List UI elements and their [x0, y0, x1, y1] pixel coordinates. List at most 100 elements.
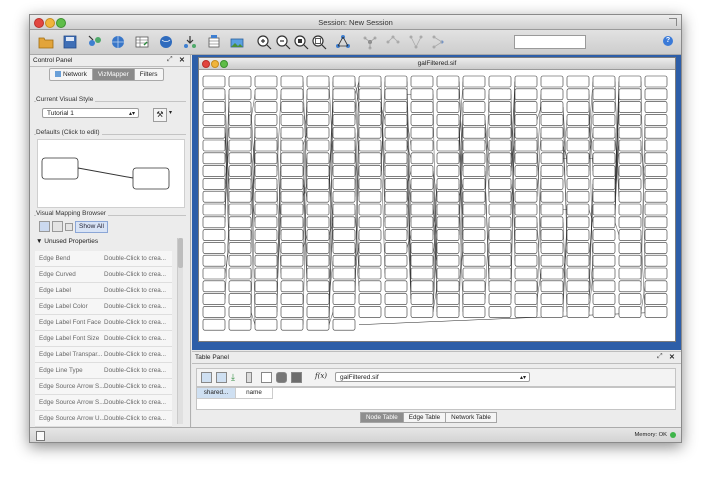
network-node[interactable] — [592, 254, 616, 267]
network-node[interactable] — [644, 139, 668, 152]
network-node[interactable] — [280, 216, 304, 229]
network-node[interactable] — [514, 101, 538, 113]
network-node[interactable] — [358, 267, 382, 280]
property-row[interactable]: Edge Source Arrow S... Double-Click to cr… — [35, 395, 172, 411]
network-node[interactable] — [644, 306, 668, 318]
undock-icon[interactable]: ⤢ — [167, 56, 173, 64]
zoom-in-icon[interactable] — [256, 34, 272, 50]
tab-edge-table[interactable]: Edge Table — [403, 413, 447, 422]
network-node[interactable] — [358, 216, 382, 229]
network-node[interactable] — [566, 88, 590, 101]
network-node[interactable] — [306, 165, 330, 177]
network-node[interactable] — [228, 165, 252, 177]
network-node[interactable] — [488, 293, 512, 305]
link-table-icon[interactable] — [291, 372, 302, 383]
network-node[interactable] — [254, 293, 278, 305]
network-node[interactable] — [202, 293, 226, 305]
network-node[interactable] — [514, 267, 538, 280]
network-node[interactable] — [514, 229, 538, 241]
network-node[interactable] — [566, 126, 590, 139]
network-node[interactable] — [566, 280, 590, 293]
network-node[interactable] — [592, 101, 616, 113]
network-node[interactable] — [514, 190, 538, 203]
network-node[interactable] — [462, 190, 486, 203]
property-row[interactable]: Edge Curved Double-Click to crea... — [35, 267, 172, 283]
network-node[interactable] — [618, 101, 642, 113]
network-node[interactable] — [228, 178, 252, 190]
network-node[interactable] — [592, 216, 616, 229]
network-node[interactable] — [254, 152, 278, 165]
network-node[interactable] — [306, 101, 330, 113]
function-builder-button[interactable]: f(x) — [315, 372, 327, 380]
network-node[interactable] — [228, 88, 252, 101]
network-node[interactable] — [280, 267, 304, 280]
show-all-icon[interactable] — [408, 34, 424, 50]
network-node[interactable] — [332, 101, 356, 113]
network-node[interactable] — [228, 280, 252, 293]
network-node[interactable] — [306, 229, 330, 241]
network-node[interactable] — [514, 126, 538, 139]
network-node[interactable] — [254, 165, 278, 177]
network-node[interactable] — [358, 114, 382, 126]
network-node[interactable] — [514, 216, 538, 229]
property-row[interactable]: Edge Label Font Size Double-Click to crea… — [35, 331, 172, 347]
network-node[interactable] — [436, 280, 460, 293]
network-node[interactable] — [410, 139, 434, 152]
network-node[interactable] — [436, 178, 460, 190]
network-node[interactable] — [566, 242, 590, 254]
network-node[interactable] — [280, 178, 304, 190]
network-node[interactable] — [488, 126, 512, 139]
network-node[interactable] — [644, 293, 668, 305]
network-node[interactable] — [254, 216, 278, 229]
network-node[interactable] — [592, 75, 616, 88]
network-node[interactable] — [462, 216, 486, 229]
network-node[interactable] — [540, 165, 564, 177]
tab-filters[interactable]: Filters — [135, 69, 163, 80]
network-node[interactable] — [566, 178, 590, 190]
network-node[interactable] — [410, 165, 434, 177]
network-node[interactable] — [618, 229, 642, 241]
style-options-button[interactable]: ⚒ — [153, 108, 167, 122]
network-node[interactable] — [488, 75, 512, 88]
table-network-select[interactable]: galFiltered.sif ▴▾ — [335, 372, 530, 382]
network-node[interactable] — [592, 229, 616, 241]
zoom-selected-icon[interactable] — [293, 34, 309, 50]
network-node[interactable] — [306, 203, 330, 216]
network-node[interactable] — [202, 242, 226, 254]
category-icon[interactable] — [52, 221, 63, 232]
property-row[interactable]: Edge Source Arrow S... Double-Click to cr… — [35, 379, 172, 395]
network-node[interactable] — [410, 126, 434, 139]
network-node[interactable] — [280, 139, 304, 152]
network-node[interactable] — [644, 190, 668, 203]
property-row[interactable]: Edge Label Transpar... Double-Click to cr… — [35, 347, 172, 363]
export-image-icon[interactable] — [229, 34, 245, 50]
network-node[interactable] — [384, 139, 408, 152]
network-node[interactable] — [540, 101, 564, 113]
network-node[interactable] — [332, 280, 356, 293]
network-node[interactable] — [280, 203, 304, 216]
network-node[interactable] — [644, 242, 668, 254]
network-node[interactable] — [332, 267, 356, 280]
network-node[interactable] — [228, 306, 252, 318]
network-node[interactable] — [228, 190, 252, 203]
select-columns-icon[interactable] — [201, 372, 212, 383]
network-node[interactable] — [202, 229, 226, 241]
network-node[interactable] — [254, 203, 278, 216]
network-node[interactable] — [566, 306, 590, 318]
network-node[interactable] — [566, 190, 590, 203]
network-node[interactable] — [410, 75, 434, 88]
network-node[interactable] — [254, 306, 278, 318]
network-node[interactable] — [306, 114, 330, 126]
network-node[interactable] — [462, 165, 486, 177]
network-node[interactable] — [514, 75, 538, 88]
network-node[interactable] — [228, 101, 252, 113]
network-node[interactable] — [618, 203, 642, 216]
network-node[interactable] — [202, 152, 226, 165]
network-node[interactable] — [254, 280, 278, 293]
network-node[interactable] — [436, 165, 460, 177]
network-node[interactable] — [358, 178, 382, 190]
network-node[interactable] — [280, 152, 304, 165]
network-node[interactable] — [540, 306, 564, 318]
import-attributes-icon[interactable]: ⤓ — [231, 372, 242, 383]
property-row[interactable]: Edge Source Arrow U... Double-Click to cr… — [35, 411, 172, 427]
